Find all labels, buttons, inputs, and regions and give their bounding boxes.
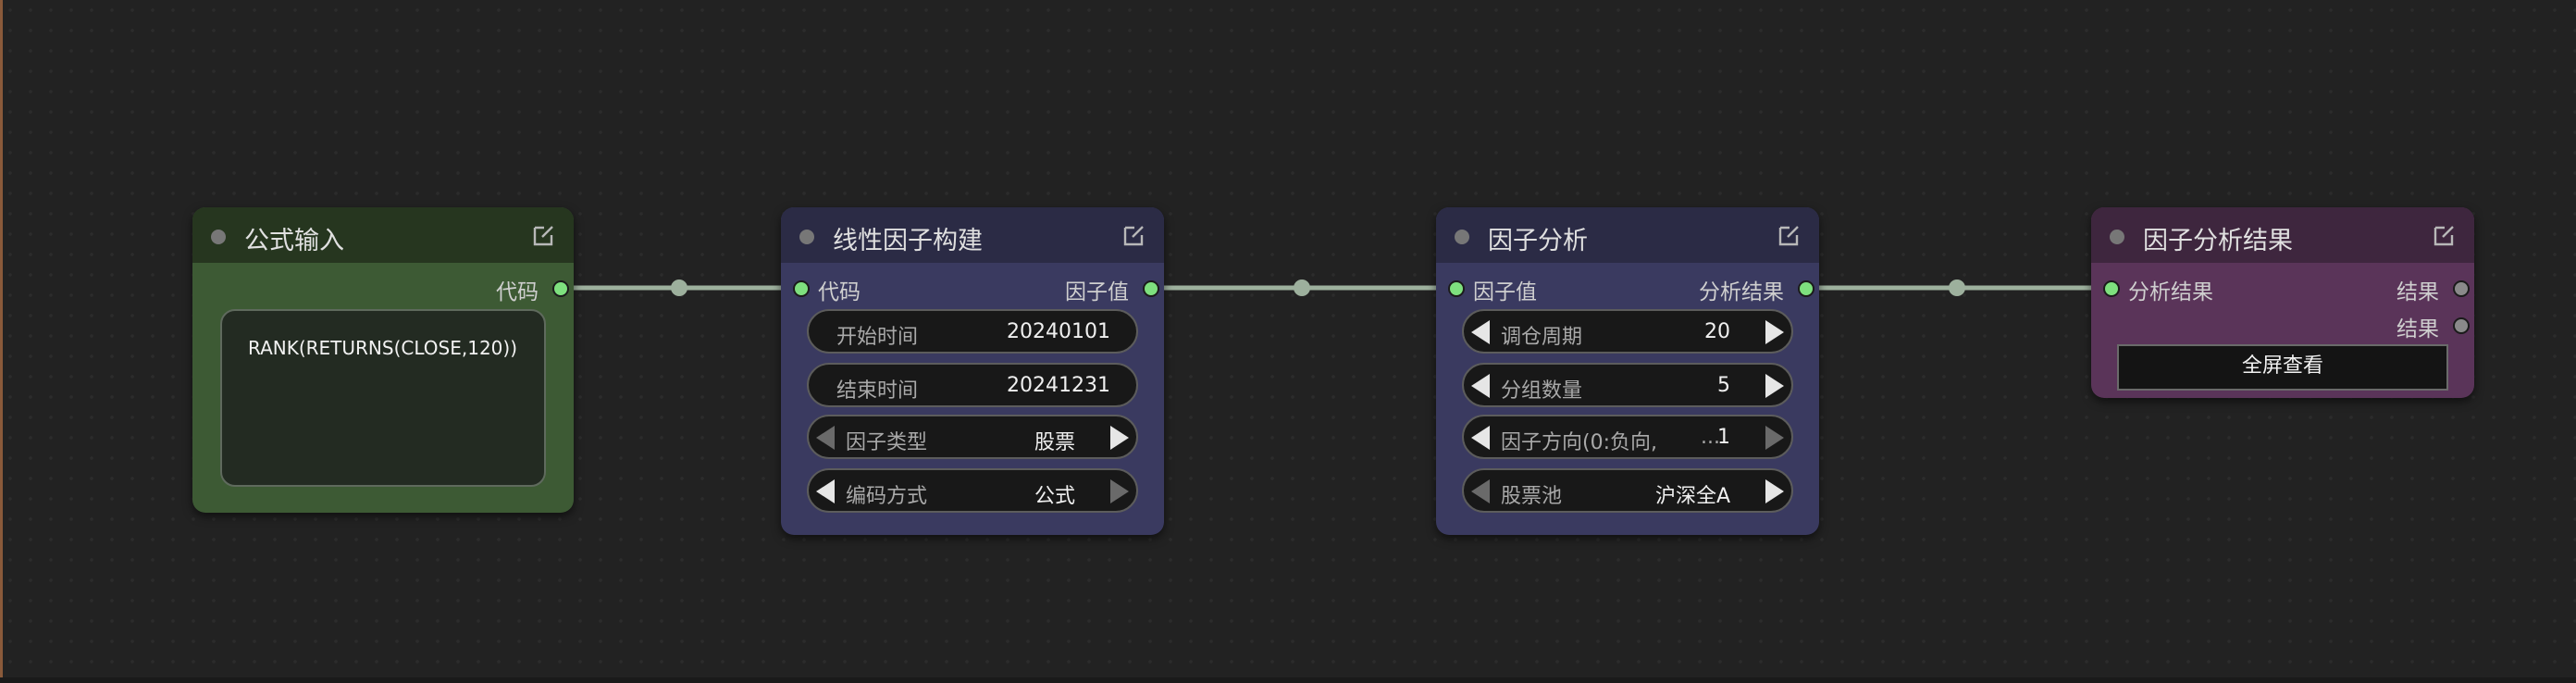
collapse-dot[interactable] [799,230,814,244]
stock-pool-label: 股票池 [1501,485,1563,508]
decrement-arrow-icon[interactable] [816,426,835,450]
increment-arrow-icon[interactable] [1765,320,1784,344]
group-count-label: 分组数量 [1501,379,1583,403]
end-date-field[interactable]: 结束时间 20241231 [807,363,1138,407]
decrement-arrow-icon[interactable] [1471,479,1490,503]
start-date-field[interactable]: 开始时间 20240101 [807,309,1138,354]
decrement-arrow-icon[interactable] [1471,320,1490,344]
link-midpoint-1 [671,279,687,296]
increment-arrow-icon[interactable] [1765,479,1784,503]
encoding-label: 编码方式 [846,485,928,508]
encoding-combo[interactable]: 编码方式 公式 [807,468,1138,513]
output-label-factor-value: 因子值 [1065,280,1129,304]
decrement-arrow-icon[interactable] [1471,374,1490,398]
node-title: 因子分析 [1488,227,1588,255]
node-title: 因子分析结果 [2143,227,2293,255]
start-date-value: 20240101 [1007,320,1110,343]
input-label-analysis-result: 分析结果 [2128,280,2213,304]
increment-arrow-icon[interactable] [1110,479,1129,503]
edit-icon[interactable] [2432,222,2458,248]
increment-arrow-icon[interactable] [1765,426,1784,450]
end-date-label: 结束时间 [836,379,919,403]
factor-analysis-node[interactable]: 因子分析 因子值 分析结果 调仓周期 20 分组数量 5 因子方向(0:负向, … [1436,207,1819,535]
formula-input-node[interactable]: 公式输入 代码 RANK(RETURNS(CLOSE,120)) [192,207,574,513]
formula-textarea[interactable]: RANK(RETURNS(CLOSE,120)) [220,309,546,487]
output-label-result-1: 结果 [2396,280,2439,304]
link-midpoint-2 [1294,279,1310,296]
output-label-code: 代码 [496,280,539,304]
start-date-label: 开始时间 [836,326,919,349]
factor-type-label: 因子类型 [846,431,928,454]
factor-direction-stepper[interactable]: 因子方向(0:负向, ... 1 [1462,415,1793,459]
collapse-dot[interactable] [1455,230,1469,244]
linear-factor-node[interactable]: 线性因子构建 代码 因子值 开始时间 20240101 结束时间 2024123… [781,207,1164,535]
rebalance-period-stepper[interactable]: 调仓周期 20 [1462,309,1793,354]
output-slot-factor-value[interactable] [1143,280,1159,297]
fullscreen-view-button[interactable]: 全屏查看 [2117,344,2448,391]
rebalance-period-value: 20 [1704,320,1730,343]
factor-type-value: 股票 [1034,431,1075,454]
input-slot-factor-value[interactable] [1448,280,1465,297]
stock-pool-value: 沪深全A [1654,485,1730,508]
node-title: 线性因子构建 [833,227,983,255]
link-midpoint-3 [1949,279,1965,296]
node-title: 公式输入 [244,227,344,255]
output-slot-result-1[interactable] [2453,280,2470,297]
rebalance-period-label: 调仓周期 [1501,326,1583,349]
edit-icon[interactable] [531,222,557,248]
increment-arrow-icon[interactable] [1110,426,1129,450]
output-slot-result-2[interactable] [2453,317,2470,334]
end-date-value: 20241231 [1007,374,1110,397]
collapse-dot[interactable] [211,230,226,244]
output-slot-code[interactable] [552,280,569,297]
node-title-bar[interactable]: 线性因子构建 [781,207,1164,263]
edit-icon[interactable] [1121,222,1147,248]
factor-type-combo[interactable]: 因子类型 股票 [807,415,1138,459]
input-slot-code[interactable] [793,280,810,297]
input-label-code: 代码 [818,280,861,304]
edit-icon[interactable] [1777,222,1802,248]
stock-pool-combo[interactable]: 股票池 沪深全A [1462,468,1793,513]
factor-direction-label: 因子方向(0:负向, [1501,431,1657,454]
output-slot-analysis-result[interactable] [1798,280,1814,297]
output-label-result-2: 结果 [2396,317,2439,342]
node-title-bar[interactable]: 因子分析 [1436,207,1819,263]
input-slot-analysis-result[interactable] [2103,280,2120,297]
node-title-bar[interactable]: 因子分析结果 [2091,207,2474,263]
analysis-result-node[interactable]: 因子分析结果 分析结果 结果 结果 全屏查看 [2091,207,2474,398]
node-title-bar[interactable]: 公式输入 [192,207,574,263]
encoding-value: 公式 [1034,485,1075,508]
group-count-value: 5 [1717,374,1730,397]
group-count-stepper[interactable]: 分组数量 5 [1462,363,1793,407]
collapse-dot[interactable] [2110,230,2124,244]
decrement-arrow-icon[interactable] [1471,426,1490,450]
input-label-factor-value: 因子值 [1473,280,1537,304]
decrement-arrow-icon[interactable] [816,479,835,503]
factor-direction-value: 1 [1717,426,1730,449]
increment-arrow-icon[interactable] [1765,374,1784,398]
output-label-analysis-result: 分析结果 [1699,280,1784,304]
